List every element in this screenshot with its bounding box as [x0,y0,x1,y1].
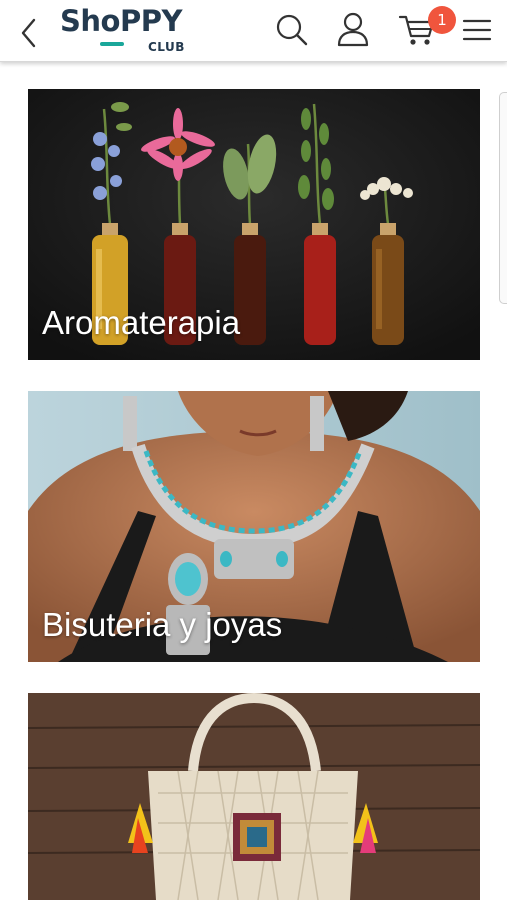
menu-button[interactable] [458,10,498,50]
category-card-bisuteria-y-joyas[interactable]: Bisuteria y joyas [28,391,480,662]
search-button[interactable] [272,10,312,50]
app-header: ShoPPY CLUB 1 [0,0,507,62]
shoppy-club-logo[interactable]: ShoPPY CLUB [60,4,190,56]
logo-wordmark: ShoPPY [60,4,182,38]
logo-accent-bar [100,42,124,46]
search-icon [276,14,308,46]
user-icon [337,12,369,47]
category-card-aromaterapia[interactable]: Aromaterapia [28,89,480,360]
account-button[interactable] [333,10,373,50]
category-card-bolsos[interactable] [28,693,480,900]
category-label: Bisuteria y joyas [42,606,283,643]
menu-icon [462,19,492,41]
cart-count-badge: 1 [428,6,456,34]
chevron-left-icon [21,18,36,48]
back-button[interactable] [14,14,44,50]
category-label: Aromaterapia [42,304,241,341]
bag-image [28,693,480,900]
logo-subtitle: CLUB [148,40,185,54]
scrollbar-handle[interactable] [499,92,507,304]
